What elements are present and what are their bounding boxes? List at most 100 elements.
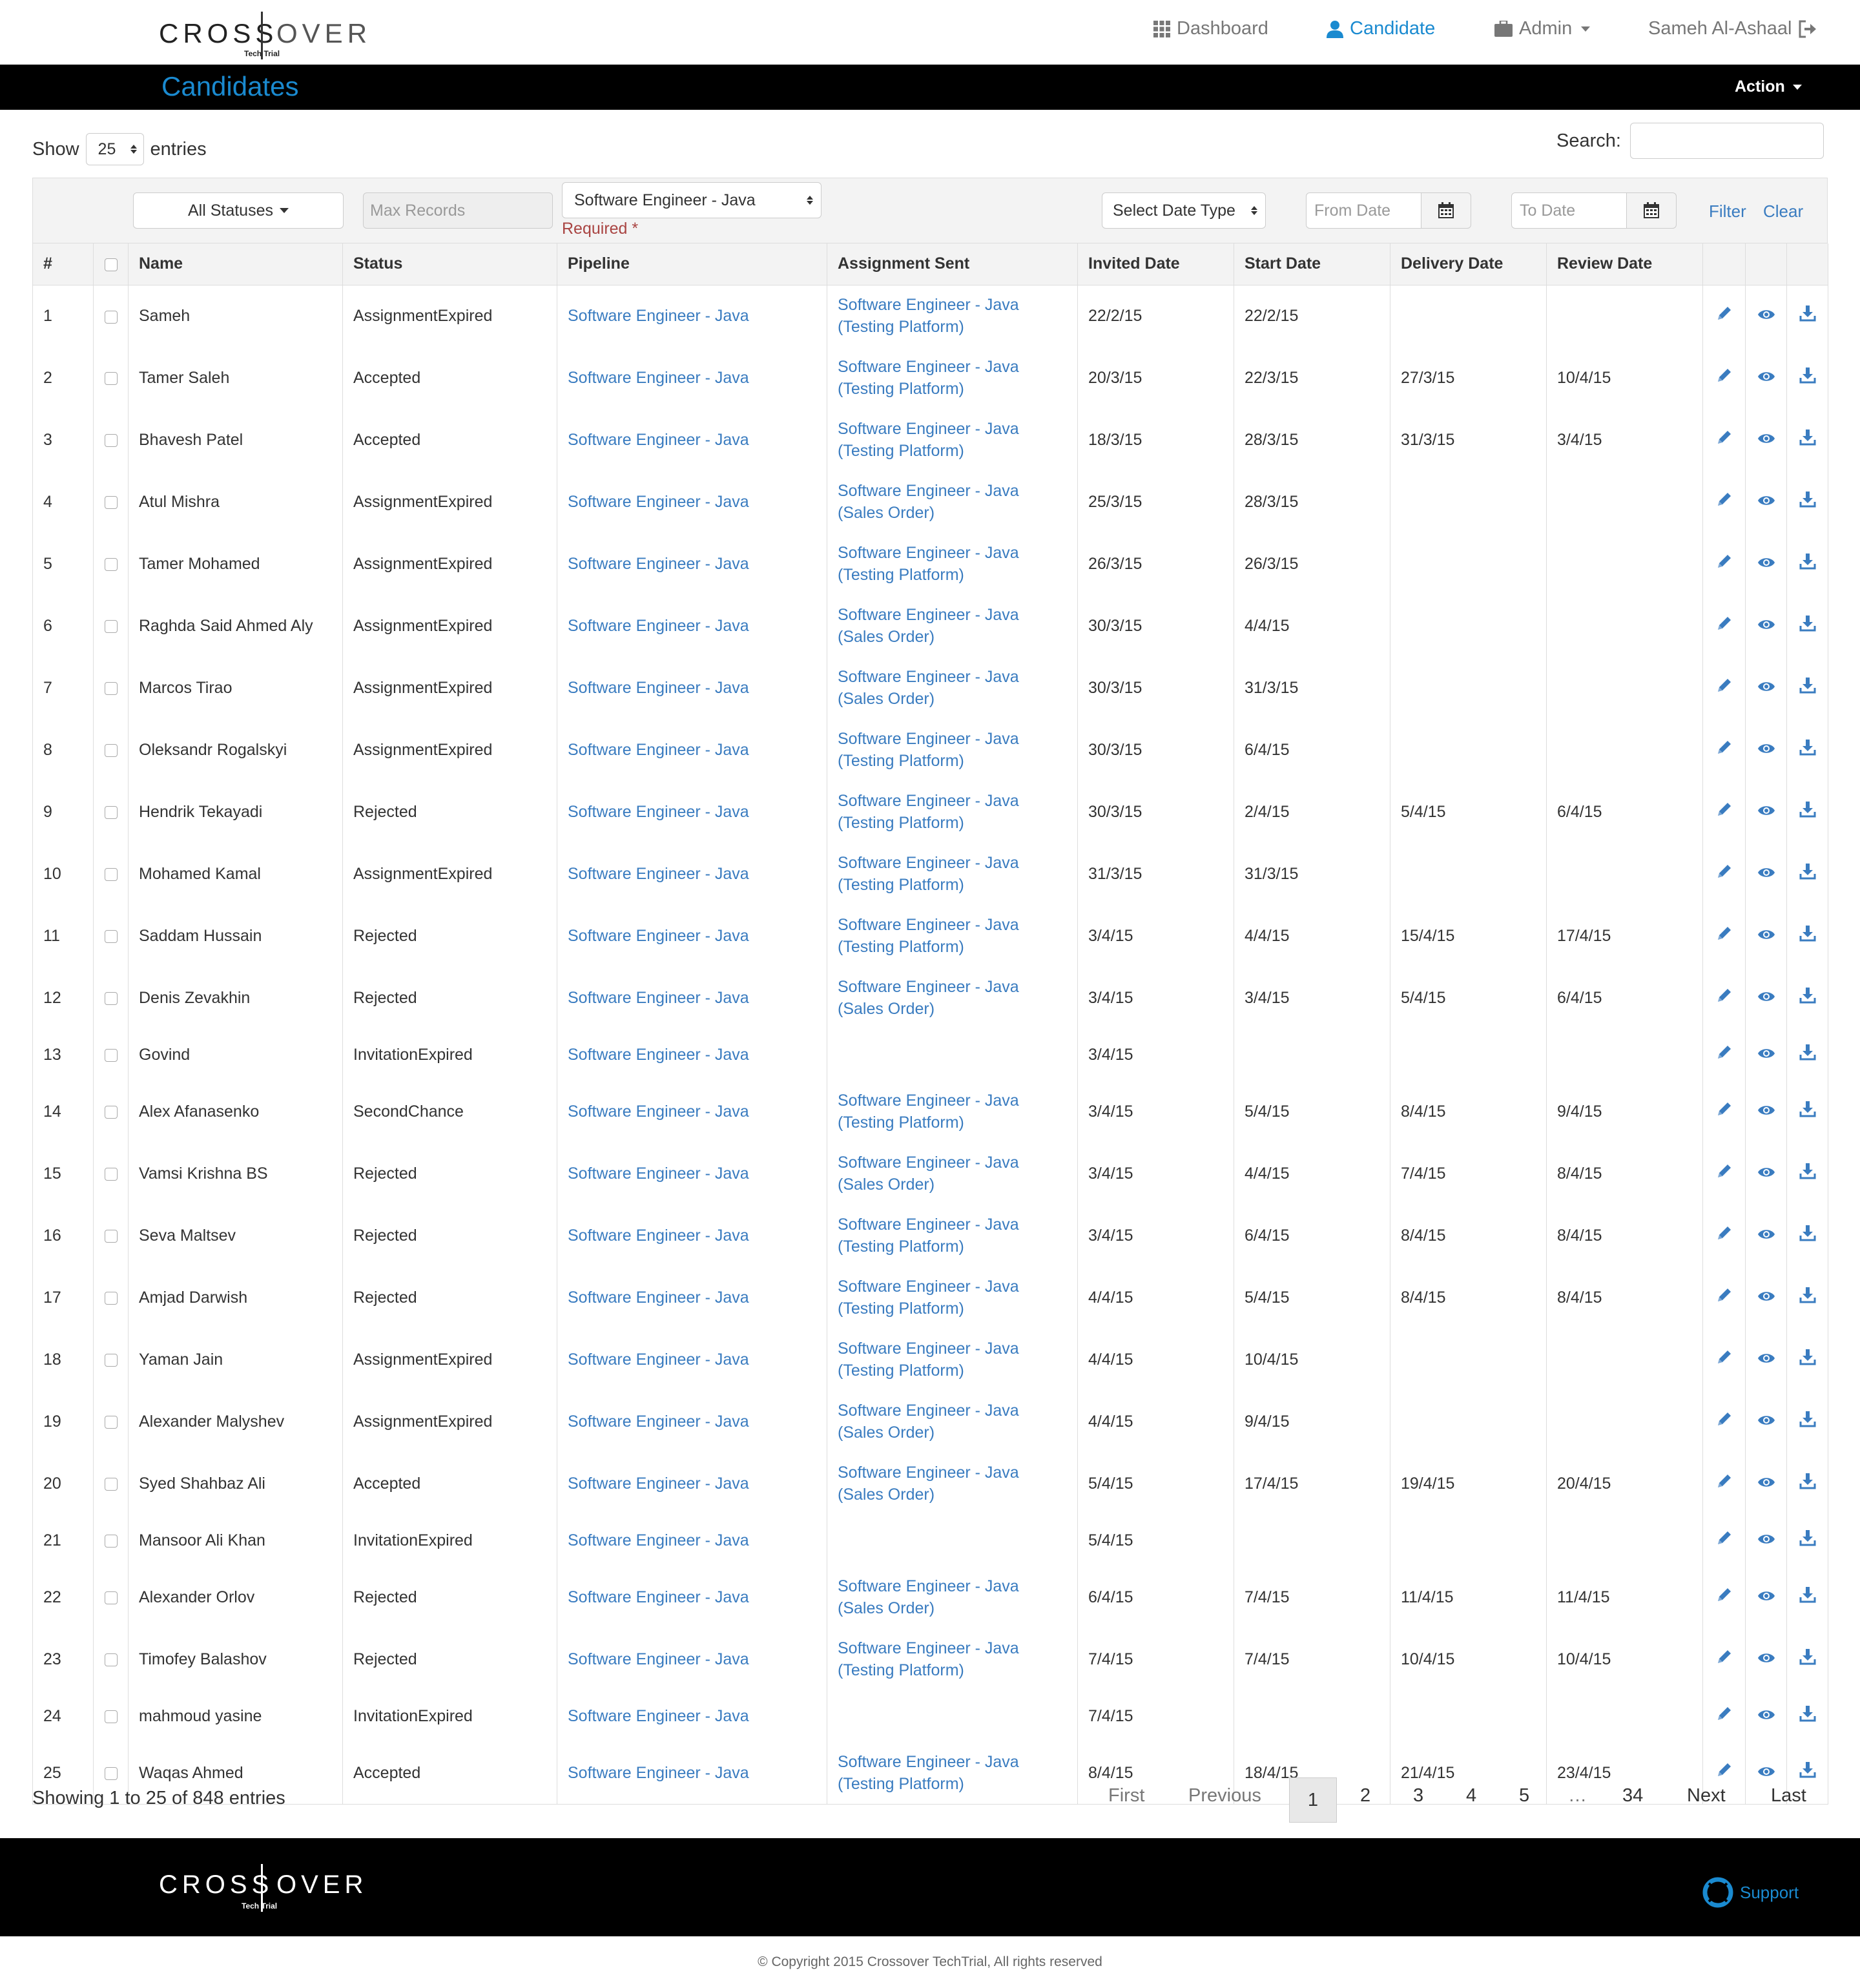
table-row[interactable]: 5 Tamer Mohamed AssignmentExpired Software … <box>32 533 1828 595</box>
row-checkbox[interactable] <box>104 434 118 448</box>
edit-button[interactable] <box>1702 1081 1746 1143</box>
download-button[interactable] <box>1786 1391 1828 1453</box>
assignment-sent-link[interactable]: Software Engineer - Java (Sales Order) <box>827 595 1078 657</box>
view-button[interactable] <box>1745 1453 1787 1515</box>
edit-button[interactable] <box>1702 285 1746 347</box>
status-filter-dropdown[interactable]: All Statuses <box>133 192 344 229</box>
col-header-delivery-date[interactable]: Delivery Date <box>1390 243 1547 285</box>
table-row[interactable]: 20 Syed Shahbaz Ali Accepted Software Engin… <box>32 1453 1828 1515</box>
edit-button[interactable] <box>1702 719 1746 781</box>
view-button[interactable] <box>1745 1628 1787 1690</box>
row-checkbox[interactable] <box>104 310 118 324</box>
assignment-sent-link[interactable]: Software Engineer - Java (Testing Platfor… <box>827 1267 1078 1329</box>
row-checkbox[interactable] <box>104 868 118 882</box>
view-button[interactable] <box>1745 719 1787 781</box>
edit-button[interactable] <box>1702 471 1746 533</box>
table-row[interactable]: 4 Atul Mishra AssignmentExpired Software En… <box>32 471 1828 533</box>
assignment-sent-link[interactable]: Software Engineer - Java (Testing Platfor… <box>827 285 1078 347</box>
assignment-sent-link[interactable]: Software Engineer - Java (Sales Order) <box>827 967 1078 1029</box>
table-row[interactable]: 2 Tamer Saleh Accepted Software Engineer - … <box>32 347 1828 409</box>
row-checkbox[interactable] <box>104 682 118 696</box>
row-checkbox[interactable] <box>104 558 118 572</box>
pipeline-link[interactable]: Software Engineer - Java <box>557 905 827 967</box>
pagination-page-3[interactable]: 3 <box>1413 1785 1423 1807</box>
crossover-logo[interactable]: CROSS OVER Tech Trial <box>159 12 367 59</box>
download-button[interactable] <box>1786 1515 1828 1566</box>
pipeline-link[interactable]: Software Engineer - Java <box>557 1690 827 1742</box>
view-button[interactable] <box>1745 1267 1787 1329</box>
row-checkbox[interactable] <box>104 1653 118 1667</box>
download-button[interactable] <box>1786 1628 1828 1690</box>
table-row[interactable]: 12 Denis Zevakhin Rejected Software Enginee… <box>32 967 1828 1029</box>
assignment-sent-link[interactable]: Software Engineer - Java (Sales Order) <box>827 1453 1078 1515</box>
pipeline-select[interactable]: Software Engineer - Java <box>562 182 822 218</box>
nav-user[interactable]: Sameh Al-Ashaal <box>1648 18 1817 39</box>
pagination-first[interactable]: First <box>1108 1785 1144 1807</box>
table-row[interactable]: 8 Oleksandr Rogalskyi AssignmentExpired Sof… <box>32 719 1828 781</box>
pagination-page-34[interactable]: 34 <box>1622 1785 1643 1807</box>
edit-button[interactable] <box>1702 781 1746 843</box>
col-header-name[interactable]: Name <box>128 243 343 285</box>
pipeline-link[interactable]: Software Engineer - Java <box>557 285 827 347</box>
view-button[interactable] <box>1745 1329 1787 1391</box>
table-row[interactable]: 24 mahmoud yasine InvitationExpired Softwar… <box>32 1690 1828 1742</box>
assignment-sent-link[interactable]: Software Engineer - Java (Testing Platfor… <box>827 719 1078 781</box>
pagination-page-1[interactable]: 1 <box>1289 1777 1337 1823</box>
pipeline-link[interactable]: Software Engineer - Java <box>557 409 827 471</box>
view-button[interactable] <box>1745 285 1787 347</box>
row-checkbox[interactable] <box>104 1767 118 1781</box>
assignment-sent-link[interactable]: Software Engineer - Java (Testing Platfor… <box>827 1329 1078 1391</box>
row-checkbox[interactable] <box>104 1710 118 1724</box>
nav-dashboard[interactable]: Dashboard <box>1153 18 1268 39</box>
assignment-sent-link[interactable]: Software Engineer - Java (Testing Platfor… <box>827 347 1078 409</box>
view-button[interactable] <box>1745 905 1787 967</box>
table-row[interactable]: 10 Mohamed Kamal AssignmentExpired Software… <box>32 843 1828 905</box>
pipeline-link[interactable]: Software Engineer - Java <box>557 1628 827 1690</box>
table-row[interactable]: 6 Raghda Said Ahmed Aly AssignmentExpired S… <box>32 595 1828 657</box>
pipeline-link[interactable]: Software Engineer - Java <box>557 1143 827 1205</box>
table-row[interactable]: 13 Govind InvitationExpired Software Engine… <box>32 1029 1828 1081</box>
view-button[interactable] <box>1745 657 1787 719</box>
view-button[interactable] <box>1745 1391 1787 1453</box>
download-button[interactable] <box>1786 905 1828 967</box>
download-button[interactable] <box>1786 657 1828 719</box>
pagination-next[interactable]: Next <box>1687 1785 1726 1807</box>
from-date-calendar-button[interactable] <box>1421 192 1471 229</box>
download-button[interactable] <box>1786 1143 1828 1205</box>
pipeline-link[interactable]: Software Engineer - Java <box>557 1453 827 1515</box>
view-button[interactable] <box>1745 1081 1787 1143</box>
view-button[interactable] <box>1745 781 1787 843</box>
date-type-select[interactable]: Select Date Type <box>1102 192 1266 229</box>
col-header-start-date[interactable]: Start Date <box>1234 243 1390 285</box>
row-checkbox[interactable] <box>104 1230 118 1243</box>
view-button[interactable] <box>1745 1515 1787 1566</box>
assignment-sent-link[interactable]: Software Engineer - Java (Sales Order) <box>827 657 1078 719</box>
download-button[interactable] <box>1786 533 1828 595</box>
to-date-calendar-button[interactable] <box>1626 192 1677 229</box>
edit-button[interactable] <box>1702 409 1746 471</box>
download-button[interactable] <box>1786 719 1828 781</box>
assignment-sent-link[interactable]: Software Engineer - Java (Testing Platfor… <box>827 1742 1078 1805</box>
download-button[interactable] <box>1786 1205 1828 1267</box>
col-header-invited-date[interactable]: Invited Date <box>1077 243 1234 285</box>
row-checkbox[interactable] <box>104 1416 118 1429</box>
footer-logo[interactable]: CROSS OVER Tech Trial <box>159 1864 363 1912</box>
pipeline-link[interactable]: Software Engineer - Java <box>557 1329 827 1391</box>
download-button[interactable] <box>1786 409 1828 471</box>
pipeline-link[interactable]: Software Engineer - Java <box>557 471 827 533</box>
pipeline-link[interactable]: Software Engineer - Java <box>557 1515 827 1566</box>
view-button[interactable] <box>1745 1690 1787 1742</box>
row-checkbox[interactable] <box>104 806 118 820</box>
pagination-page-4[interactable]: 4 <box>1466 1785 1476 1807</box>
edit-button[interactable] <box>1702 905 1746 967</box>
row-checkbox[interactable] <box>104 620 118 634</box>
assignment-sent-link[interactable]: Software Engineer - Java (Testing Platfor… <box>827 905 1078 967</box>
table-row[interactable]: 14 Alex Afanasenko SecondChance Software En… <box>32 1081 1828 1143</box>
download-button[interactable] <box>1786 1566 1828 1628</box>
row-checkbox[interactable] <box>104 1292 118 1305</box>
download-button[interactable] <box>1786 1690 1828 1742</box>
edit-button[interactable] <box>1702 1690 1746 1742</box>
edit-button[interactable] <box>1702 1515 1746 1566</box>
from-date-input[interactable]: From Date <box>1306 192 1422 229</box>
assignment-sent-link[interactable]: Software Engineer - Java (Testing Platfor… <box>827 1081 1078 1143</box>
